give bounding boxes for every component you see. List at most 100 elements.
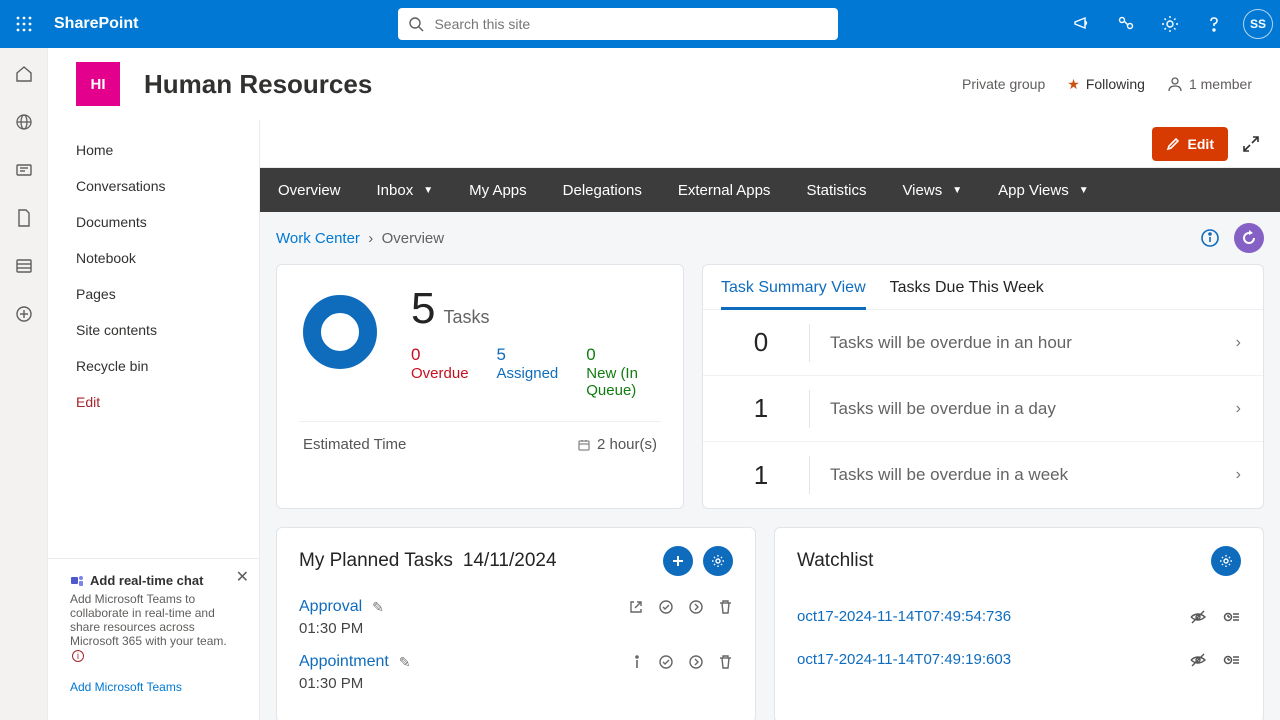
unwatch-icon[interactable]: [1189, 609, 1207, 625]
chevron-down-icon: ▼: [423, 185, 433, 196]
nav-documents[interactable]: Documents: [76, 204, 259, 240]
tab-overview[interactable]: Overview: [278, 182, 341, 199]
tab-views[interactable]: Views▼: [902, 182, 962, 199]
forward-icon[interactable]: [688, 654, 704, 670]
nav-conversations[interactable]: Conversations: [76, 168, 259, 204]
stat-overdue[interactable]: 0Overdue: [411, 345, 469, 399]
tab-due-this-week[interactable]: Tasks Due This Week: [890, 279, 1044, 309]
task-summary-card: Task Summary View Tasks Due This Week 0 …: [702, 264, 1264, 509]
task-time: 01:30 PM: [299, 620, 733, 637]
chevron-down-icon: ▼: [1079, 185, 1089, 196]
chevron-right-icon: ›: [1236, 334, 1241, 352]
star-icon: ★: [1067, 76, 1080, 93]
complete-icon[interactable]: [658, 654, 674, 670]
nav-notebook[interactable]: Notebook: [76, 240, 259, 276]
members-link[interactable]: 1 member: [1167, 76, 1252, 92]
promo-link[interactable]: Add Microsoft Teams: [70, 670, 182, 704]
teams-icon: [70, 574, 84, 588]
watchlist-item: oct17-2024-11-14T07:49:54:736: [797, 598, 1241, 641]
nav-site-contents[interactable]: Site contents: [76, 312, 259, 348]
close-icon[interactable]: ✕: [236, 567, 249, 587]
account-avatar[interactable]: SS: [1236, 0, 1280, 48]
unwatch-icon[interactable]: [1189, 652, 1207, 668]
timeline-icon[interactable]: [1223, 609, 1241, 625]
tab-inbox[interactable]: Inbox▼: [377, 182, 434, 199]
create-icon[interactable]: [0, 302, 48, 326]
content-area: Edit Overview Inbox▼ My Apps Delegations…: [260, 120, 1280, 720]
estimated-time-label: Estimated Time: [303, 436, 406, 453]
estimated-time-value: 2 hour(s): [597, 436, 657, 453]
planned-settings-button[interactable]: [703, 546, 733, 576]
edit-icon[interactable]: ✎: [399, 654, 411, 671]
add-task-button[interactable]: [663, 546, 693, 576]
megaphone-icon[interactable]: [1060, 0, 1104, 48]
files-icon[interactable]: [0, 206, 48, 230]
tab-my-apps[interactable]: My Apps: [469, 182, 527, 199]
promo-body: Add Microsoft Teams to collaborate in re…: [70, 592, 241, 662]
summary-row[interactable]: 0 Tasks will be overdue in an hour ›: [703, 310, 1263, 376]
nav-home[interactable]: Home: [76, 132, 259, 168]
tab-external-apps[interactable]: External Apps: [678, 182, 771, 199]
timeline-icon[interactable]: [1223, 652, 1241, 668]
task-link[interactable]: Appointment: [299, 653, 389, 671]
summary-row[interactable]: 1 Tasks will be overdue in a day ›: [703, 376, 1263, 442]
planned-task-item: Appointment ✎ 01:30 PM: [299, 649, 733, 704]
tasks-total-label: Tasks: [443, 307, 489, 328]
delete-icon[interactable]: [718, 654, 733, 670]
tab-delegations[interactable]: Delegations: [563, 182, 642, 199]
chevron-right-icon: ›: [1236, 400, 1241, 418]
share-icon[interactable]: [1104, 0, 1148, 48]
watchlist-link[interactable]: oct17-2024-11-14T07:49:54:736: [797, 608, 1011, 625]
app-rail: [0, 48, 48, 720]
app-launcher-icon[interactable]: [0, 0, 48, 48]
watchlist-card: Watchlist oct17-2024-11-14T07:49:54:736 …: [774, 527, 1264, 720]
stat-assigned[interactable]: 5Assigned: [497, 345, 559, 399]
edit-icon[interactable]: ✎: [372, 599, 384, 616]
tab-statistics[interactable]: Statistics: [806, 182, 866, 199]
list-icon[interactable]: [0, 254, 48, 278]
info-icon[interactable]: i: [72, 650, 84, 662]
tasks-total-count: 5: [411, 287, 435, 331]
planned-task-item: Approval ✎ 01:30 PM: [299, 594, 733, 649]
delete-icon[interactable]: [718, 599, 733, 615]
person-icon: [1167, 76, 1183, 92]
forward-icon[interactable]: [688, 599, 704, 615]
planned-title: My Planned Tasks: [299, 550, 453, 572]
nav-recycle-bin[interactable]: Recycle bin: [76, 348, 259, 384]
tab-task-summary[interactable]: Task Summary View: [721, 279, 866, 310]
edit-page-button[interactable]: Edit: [1152, 127, 1228, 161]
watchlist-settings-button[interactable]: [1211, 546, 1241, 576]
globe-icon[interactable]: [0, 110, 48, 134]
help-icon[interactable]: [1192, 0, 1236, 48]
suite-bar: SharePoint SS: [0, 0, 1280, 48]
complete-icon[interactable]: [658, 599, 674, 615]
refresh-button[interactable]: [1234, 223, 1264, 253]
site-logo[interactable]: HI: [76, 62, 120, 106]
tasks-donut-chart: [303, 295, 377, 369]
nav-edit[interactable]: Edit: [76, 384, 259, 420]
search-input[interactable]: [434, 8, 828, 40]
news-icon[interactable]: [0, 158, 48, 182]
stat-new[interactable]: 0New (In Queue): [586, 345, 657, 399]
chevron-right-icon: ›: [1236, 466, 1241, 484]
watchlist-link[interactable]: oct17-2024-11-14T07:49:19:603: [797, 651, 1011, 668]
nav-pages[interactable]: Pages: [76, 276, 259, 312]
settings-icon[interactable]: [1148, 0, 1192, 48]
tab-app-views[interactable]: App Views▼: [998, 182, 1089, 199]
app-nav: Overview Inbox▼ My Apps Delegations Exte…: [260, 168, 1280, 212]
watchlist-item: oct17-2024-11-14T07:49:19:603: [797, 641, 1241, 684]
task-link[interactable]: Approval: [299, 598, 362, 616]
task-time: 01:30 PM: [299, 675, 733, 692]
info-icon[interactable]: [630, 654, 644, 670]
home-icon[interactable]: [0, 62, 48, 86]
suite-brand[interactable]: SharePoint: [54, 15, 138, 33]
summary-row[interactable]: 1 Tasks will be overdue in a week ›: [703, 442, 1263, 508]
info-icon[interactable]: [1200, 228, 1220, 248]
command-bar: Edit: [260, 120, 1280, 168]
open-external-icon[interactable]: [628, 599, 644, 615]
breadcrumb-root[interactable]: Work Center: [276, 230, 360, 247]
expand-icon[interactable]: [1242, 135, 1260, 153]
breadcrumb: Work Center › Overview: [276, 230, 444, 247]
search-box[interactable]: [398, 8, 838, 40]
following-toggle[interactable]: ★ Following: [1067, 76, 1145, 93]
